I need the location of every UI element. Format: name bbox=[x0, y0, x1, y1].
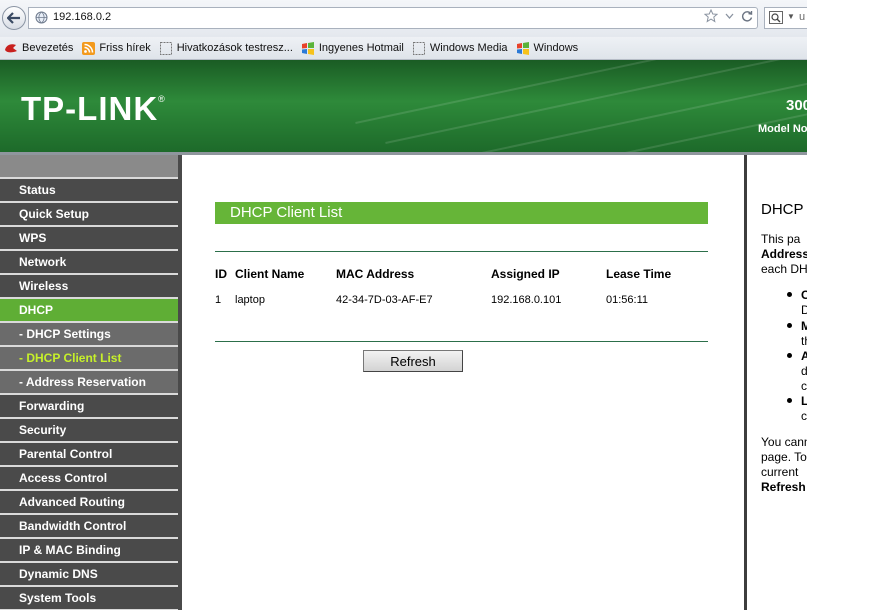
reload-icon[interactable] bbox=[741, 10, 753, 22]
help-bullet-text: d bbox=[801, 364, 807, 378]
windows-flag-icon bbox=[516, 41, 530, 55]
bookmark-item[interactable]: Windows bbox=[516, 41, 579, 55]
sidebar-menu: Status Quick Setup WPS Network Wireless … bbox=[0, 155, 182, 610]
help-panel: DHCP This pa Address each DH C D M th A … bbox=[747, 157, 807, 610]
bookmark-label: Windows Media bbox=[429, 42, 508, 54]
bullet-dot bbox=[787, 292, 792, 297]
cell-mac-address: 42-34-7D-03-AF-E7 bbox=[336, 294, 433, 306]
red-bird-icon bbox=[4, 41, 18, 55]
table-row: 1 laptop 42-34-7D-03-AF-E7 192.168.0.101… bbox=[215, 283, 708, 317]
blank-page-icon bbox=[159, 41, 173, 55]
help-bullet-text: th bbox=[801, 334, 807, 348]
sidebar-item-address-reservation[interactable]: - Address Reservation bbox=[0, 371, 178, 393]
help-bullet-head: L bbox=[801, 394, 807, 408]
help-bullet-head: C bbox=[801, 288, 807, 302]
cell-id: 1 bbox=[215, 294, 222, 306]
search-input[interactable]: ▼ u bbox=[764, 7, 807, 29]
sidebar-item-access-control[interactable]: Access Control bbox=[0, 467, 178, 489]
bookmark-star-icon[interactable] bbox=[704, 9, 718, 23]
sidebar-item-dhcp-client-list[interactable]: - DHCP Client List bbox=[0, 347, 178, 369]
sidebar-item-network[interactable]: Network bbox=[0, 251, 178, 273]
bookmark-label: Ingyenes Hotmail bbox=[318, 42, 404, 54]
help-text-line: Address bbox=[761, 247, 807, 261]
sidebar-item-advanced-routing[interactable]: Advanced Routing bbox=[0, 491, 178, 513]
bookmark-label: Friss hírek bbox=[99, 42, 151, 54]
bookmark-item[interactable]: Bevezetés bbox=[4, 41, 73, 55]
sidebar-top-bar bbox=[0, 155, 182, 177]
sidebar-item-dhcp-settings[interactable]: - DHCP Settings bbox=[0, 323, 178, 345]
help-title: DHCP bbox=[761, 201, 804, 218]
windows-flag-icon bbox=[301, 41, 315, 55]
table-bottom-rule bbox=[215, 341, 708, 342]
search-text: u bbox=[799, 11, 806, 23]
model-label: Model No bbox=[758, 123, 807, 135]
blank-page-icon bbox=[412, 41, 426, 55]
table-header-row: ID Client Name MAC Address Assigned IP L… bbox=[215, 265, 708, 283]
bullet-dot bbox=[787, 353, 792, 358]
sidebar-item-dhcp[interactable]: DHCP bbox=[0, 299, 178, 321]
bullet-dot bbox=[787, 323, 792, 328]
model-number: 300 bbox=[786, 97, 807, 114]
bookmarks-toolbar: Bevezetés Friss hírek Hivatkozások testr… bbox=[0, 37, 807, 60]
cell-lease-time: 01:56:11 bbox=[606, 294, 649, 306]
column-header-id: ID bbox=[215, 267, 227, 281]
page-title: DHCP Client List bbox=[215, 202, 708, 224]
bookmark-item[interactable]: Hivatkozások testresz... bbox=[159, 41, 293, 55]
bookmark-label: Windows bbox=[533, 42, 579, 54]
column-header-assigned-ip: Assigned IP bbox=[491, 267, 560, 281]
sidebar-item-ip-mac-binding[interactable]: IP & MAC Binding bbox=[0, 539, 178, 561]
help-bullet-head: M bbox=[801, 319, 807, 333]
cell-assigned-ip: 192.168.0.101 bbox=[491, 294, 562, 306]
browser-viewport: 192.168.0.2 ▼ u Bevezetés Friss hírek Hi… bbox=[0, 0, 807, 610]
column-header-lease-time: Lease Time bbox=[606, 267, 672, 281]
search-engine-icon bbox=[769, 11, 783, 24]
search-engine-caret-icon[interactable]: ▼ bbox=[787, 12, 795, 21]
bullet-dot bbox=[787, 398, 792, 403]
bookmark-label: Hivatkozások testresz... bbox=[176, 42, 293, 54]
sidebar-item-bandwidth-control[interactable]: Bandwidth Control bbox=[0, 515, 178, 537]
sidebar-item-security[interactable]: Security bbox=[0, 419, 178, 441]
bookmark-item[interactable]: Friss hírek bbox=[81, 41, 151, 55]
bookmark-item[interactable]: Windows Media bbox=[412, 41, 508, 55]
column-header-mac-address: MAC Address bbox=[336, 267, 415, 281]
address-bar[interactable]: 192.168.0.2 bbox=[28, 7, 758, 29]
cell-client-name: laptop bbox=[235, 294, 265, 306]
router-header: TP-LINK® 300 Model No bbox=[0, 60, 807, 152]
browser-nav-bar: 192.168.0.2 ▼ u bbox=[0, 0, 807, 37]
help-bullet-head: A bbox=[801, 349, 807, 363]
sidebar-item-system-tools[interactable]: System Tools bbox=[0, 587, 178, 609]
table-top-rule bbox=[215, 251, 708, 252]
dropdown-arrow-icon[interactable] bbox=[725, 12, 734, 20]
url-text: 192.168.0.2 bbox=[53, 11, 112, 23]
back-arrow-icon bbox=[7, 12, 20, 24]
sidebar-item-parental-control[interactable]: Parental Control bbox=[0, 443, 178, 465]
sidebar-item-forwarding[interactable]: Forwarding bbox=[0, 395, 178, 417]
sidebar-item-wireless[interactable]: Wireless bbox=[0, 275, 178, 297]
refresh-button[interactable]: Refresh bbox=[363, 350, 463, 372]
bookmark-label: Bevezetés bbox=[22, 42, 74, 54]
help-bullet-text: c bbox=[801, 379, 807, 393]
dhcp-client-table: ID Client Name MAC Address Assigned IP L… bbox=[215, 265, 708, 317]
sidebar-item-dynamic-dns[interactable]: Dynamic DNS bbox=[0, 563, 178, 585]
rss-feed-icon bbox=[81, 41, 95, 55]
back-button[interactable] bbox=[2, 6, 26, 30]
sidebar-item-wps[interactable]: WPS bbox=[0, 227, 178, 249]
main-content: DHCP Client List ID Client Name MAC Addr… bbox=[184, 157, 744, 610]
tplink-logo: TP-LINK® bbox=[21, 90, 166, 127]
help-bullet-text: D bbox=[801, 303, 807, 317]
globe-icon bbox=[35, 11, 48, 24]
sidebar-item-status[interactable]: Status bbox=[0, 179, 178, 201]
help-text-line: each DH bbox=[761, 262, 807, 276]
sidebar-divider bbox=[178, 155, 182, 610]
help-footer-line: Refresh bbox=[761, 480, 806, 494]
help-footer-line: current bbox=[761, 465, 799, 479]
sidebar-item-quick-setup[interactable]: Quick Setup bbox=[0, 203, 178, 225]
bookmark-item[interactable]: Ingyenes Hotmail bbox=[301, 41, 404, 55]
help-bullet-text: c bbox=[801, 409, 807, 423]
help-footer-line: You cann bbox=[761, 435, 807, 449]
column-header-client-name: Client Name bbox=[235, 267, 305, 281]
help-footer-line: page. To bbox=[761, 450, 807, 464]
help-text-line: This pa bbox=[761, 232, 801, 246]
